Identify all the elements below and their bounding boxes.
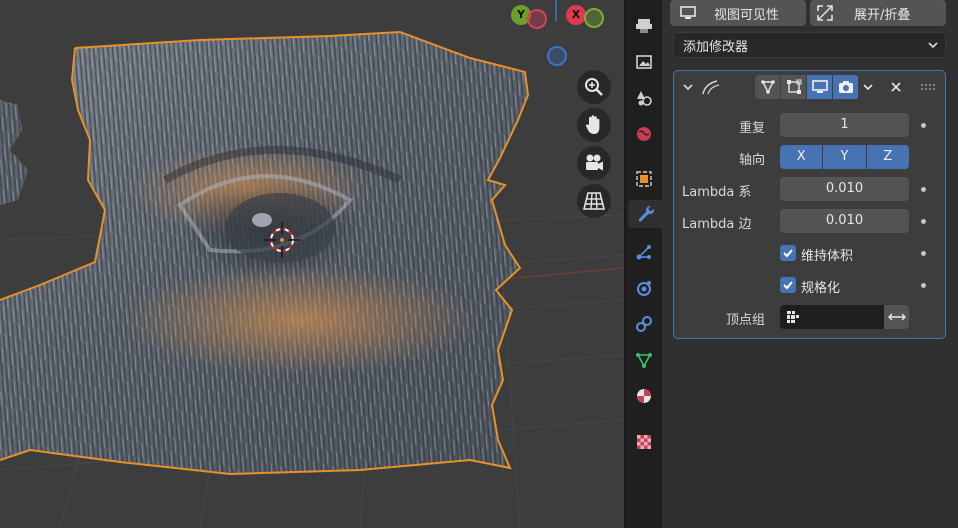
checkmark-icon — [783, 249, 793, 258]
normalized-keyframe-dot[interactable] — [921, 283, 926, 288]
edit-mode-icon[interactable] — [755, 75, 780, 99]
collapse-chevron-icon[interactable] — [680, 75, 696, 99]
viewport-scene — [0, 0, 624, 528]
expand-collapse-button[interactable]: 展开/折叠 — [810, 0, 946, 26]
preserve-volume-checkbox[interactable] — [780, 245, 796, 261]
lambda-factor-label: Lambda 系 — [682, 185, 752, 200]
physics-icon[interactable] — [630, 274, 658, 302]
modifier-display-toggles — [755, 75, 859, 99]
chevron-down-icon — [928, 42, 938, 49]
realtime-display-icon[interactable] — [807, 75, 832, 99]
vertex-group-field[interactable] — [780, 305, 884, 329]
texture-icon[interactable] — [630, 428, 658, 456]
gizmo-neg-x-axis[interactable] — [527, 9, 547, 29]
lambda-border-keyframe-dot[interactable] — [921, 219, 926, 224]
modifier-icon[interactable] — [628, 200, 663, 228]
preserve-volume-label: 维持体积 — [801, 249, 854, 264]
on-cage-icon[interactable] — [781, 75, 806, 99]
axis-label: 轴向 — [738, 153, 765, 168]
constraints-icon[interactable] — [630, 310, 658, 338]
render-icon[interactable] — [630, 48, 658, 76]
swap-arrows-icon — [887, 313, 906, 321]
data-icon[interactable] — [630, 346, 658, 374]
drag-handle-icon[interactable] — [918, 75, 938, 99]
modifier-menu-chevron-icon[interactable] — [859, 75, 877, 99]
vertex-group-label: 顶点组 — [725, 313, 765, 328]
viewport-visibility-label: 视图可见性 — [714, 7, 780, 23]
gizmo-neg-y-axis[interactable] — [584, 8, 604, 28]
gizmo-x-axis[interactable]: X — [566, 5, 586, 25]
preserve-volume-keyframe-dot[interactable] — [921, 251, 926, 256]
properties-tab-strip — [624, 0, 663, 528]
grid-icon[interactable] — [577, 184, 611, 218]
expand-collapse-label: 展开/折叠 — [854, 7, 911, 23]
checkmark-icon — [783, 281, 793, 290]
particles-icon[interactable] — [630, 238, 658, 266]
monitor-icon — [680, 6, 696, 19]
normalized-checkbox[interactable] — [780, 277, 796, 293]
invert-vertex-group-button[interactable] — [884, 305, 909, 329]
vertex-group-icon — [787, 311, 799, 323]
close-icon[interactable] — [887, 75, 905, 99]
normalized-label: 规格化 — [801, 281, 841, 296]
add-modifier-dropdown[interactable]: 添加修改器 — [673, 32, 946, 58]
gizmo-neg-z-axis[interactable] — [547, 46, 567, 66]
render-camera-icon[interactable] — [833, 75, 858, 99]
repeat-keyframe-dot[interactable] — [921, 123, 926, 128]
axis-y-toggle[interactable]: Y — [823, 145, 866, 169]
lambda-factor-keyframe-dot[interactable] — [921, 187, 926, 192]
lambda-border-field[interactable]: 0.010 — [780, 209, 909, 233]
axis-toggle-group: X Y Z — [780, 145, 909, 169]
properties-panel: 视图可见性 展开/折叠 添加修改器 重复 1 轴向 X Y Z Lambda 系… — [662, 0, 958, 528]
world-icon[interactable] — [630, 120, 658, 148]
repeat-label: 重复 — [738, 121, 765, 136]
hand-icon[interactable] — [577, 108, 611, 142]
axis-x-toggle[interactable]: X — [780, 145, 823, 169]
camera-icon[interactable] — [577, 146, 611, 180]
lambda-border-label: Lambda 边 — [682, 217, 752, 232]
smooth-modifier-panel: 重复 1 轴向 X Y Z Lambda 系 0.010 Lambda 边 0.… — [673, 70, 946, 339]
3d-viewport[interactable]: Y X — [0, 0, 624, 528]
repeat-field[interactable]: 1 — [780, 113, 909, 137]
smooth-modifier-icon — [700, 75, 722, 99]
lambda-factor-field[interactable]: 0.010 — [780, 177, 909, 201]
viewport-visibility-button[interactable]: 视图可见性 — [670, 0, 806, 26]
material-icon[interactable] — [630, 382, 658, 410]
object-icon[interactable] — [630, 165, 658, 193]
expand-icon — [817, 5, 833, 21]
output-icon[interactable] — [630, 84, 658, 112]
axis-z-toggle[interactable]: Z — [866, 145, 909, 169]
zoom-icon[interactable] — [577, 70, 611, 104]
tool-icon[interactable] — [630, 12, 658, 40]
add-modifier-label: 添加修改器 — [683, 39, 749, 55]
